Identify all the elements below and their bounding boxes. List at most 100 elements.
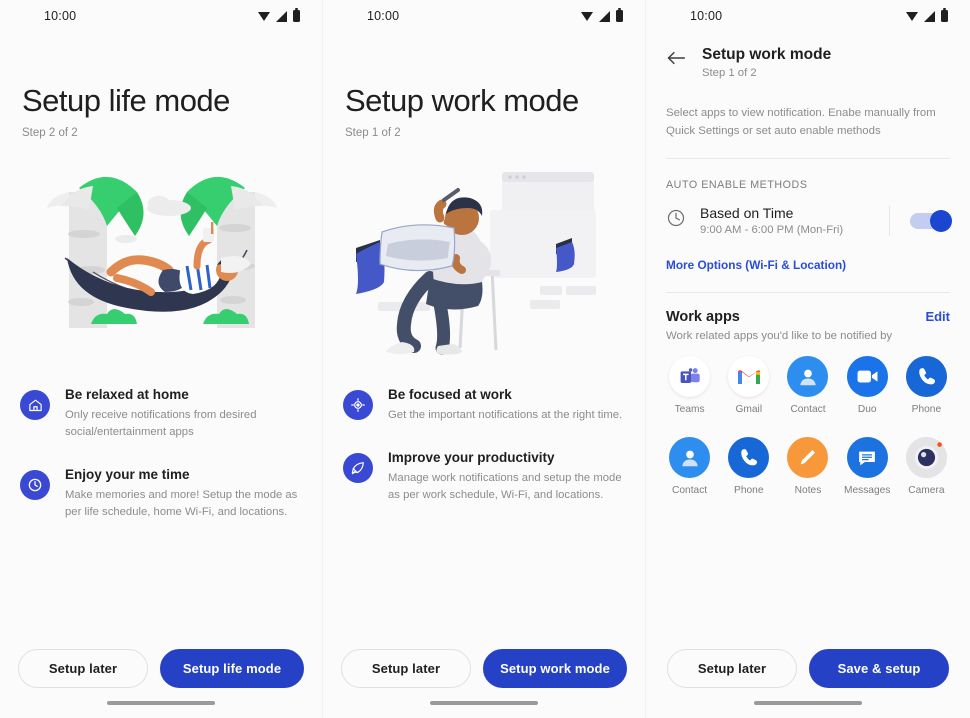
signal-icon — [924, 10, 935, 22]
page-title: Setup work mode — [702, 46, 832, 63]
feature-be-focused-at-work: Be focused at work Get the important not… — [343, 387, 625, 424]
work-apps-grid-row-1: Teams Gmail Contact Duo Phone — [646, 342, 970, 415]
clock-icon — [666, 208, 686, 233]
home-indicator[interactable] — [0, 688, 322, 718]
feature-be-relaxed-at-home: Be relaxed at home Only receive notifica… — [20, 387, 302, 441]
target-icon — [343, 390, 373, 421]
feature-description: Manage work notifications and setup the … — [388, 471, 622, 501]
back-arrow-icon[interactable] — [666, 50, 686, 71]
battery-icon — [941, 7, 948, 22]
more-options-link[interactable]: More Options (Wi-Fi & Location) — [646, 236, 970, 272]
step-indicator: Step 1 of 2 — [702, 67, 757, 79]
work-feature-list: Be focused at work Get the important not… — [323, 387, 645, 530]
home-indicator[interactable] — [323, 688, 645, 718]
divider-vertical — [889, 205, 890, 236]
setup-work-mode-button[interactable]: Setup work mode — [483, 649, 627, 688]
duo-icon — [846, 356, 888, 398]
three-phone-screens: 10:00 Setup life mode Step 2 of 2 Be rel… — [0, 0, 970, 718]
rocket-icon — [343, 452, 373, 483]
home-indicator[interactable] — [646, 688, 970, 718]
setup-life-mode-button[interactable]: Setup life mode — [160, 649, 304, 688]
app-label: Contact — [672, 485, 708, 497]
app-label: Contact — [790, 404, 826, 416]
rule-title: Based on Time — [700, 205, 794, 222]
app-messages[interactable]: Messages — [838, 437, 897, 496]
settings-header: Setup work mode Step 1 of 2 — [646, 32, 970, 79]
wifi-icon — [906, 11, 918, 21]
app-gmail[interactable]: Gmail — [719, 356, 778, 415]
feature-title: Enjoy your me time — [65, 466, 190, 482]
feature-improve-your-productivity: Improve your productivity Manage work no… — [343, 450, 625, 504]
wifi-icon — [258, 11, 270, 21]
app-label: Phone — [734, 485, 764, 497]
app-label: Notes — [794, 485, 822, 497]
page-title: Setup work mode — [345, 83, 579, 118]
contact-icon — [669, 437, 711, 479]
feature-title: Be relaxed at home — [65, 387, 189, 403]
notes-icon — [787, 437, 829, 479]
feature-description: Make memories and more! Setup the mode a… — [65, 488, 298, 518]
status-system-icons — [258, 7, 300, 22]
step-indicator: Step 2 of 2 — [22, 127, 78, 140]
step-indicator: Step 1 of 2 — [345, 127, 401, 140]
setup-later-button[interactable]: Setup later — [667, 649, 797, 688]
status-system-icons — [581, 7, 623, 22]
save-and-setup-button[interactable]: Save & setup — [809, 649, 949, 688]
feature-title: Improve your productivity — [388, 449, 555, 465]
work-apps-grid-row-2: Contact Phone Notes Messages Camera — [646, 415, 970, 496]
feature-title: Be focused at work — [388, 387, 512, 403]
setup-later-button[interactable]: Setup later — [341, 649, 471, 688]
app-teams[interactable]: Teams — [660, 356, 719, 415]
hammock-relax-illustration — [0, 161, 322, 361]
rule-schedule: 9:00 AM - 6:00 PM (Mon-Fri) — [700, 224, 844, 237]
settings-action-buttons: Setup later Save & setup — [646, 649, 970, 688]
person-working-on-stool-illustration — [323, 161, 645, 361]
based-on-time-toggle[interactable] — [910, 209, 952, 232]
feature-enjoy-your-me-time: Enjoy your me time Make memories and mor… — [20, 467, 302, 521]
life-action-buttons: Setup later Setup life mode — [0, 649, 322, 688]
edit-work-apps-button[interactable]: Edit — [925, 309, 950, 324]
life-hero: Setup life mode Step 2 of 2 — [0, 32, 322, 139]
battery-icon — [293, 7, 300, 22]
page-title: Setup life mode — [22, 83, 230, 118]
app-phone[interactable]: Phone — [719, 437, 778, 496]
app-phone[interactable]: Phone — [897, 356, 956, 415]
status-system-icons — [906, 7, 948, 22]
work-apps-subtitle: Work related apps you'd like to be notif… — [666, 330, 893, 343]
phone-icon — [905, 356, 947, 398]
app-notes[interactable]: Notes — [778, 437, 837, 496]
setup-later-button[interactable]: Setup later — [18, 649, 148, 688]
app-contact[interactable]: Contact — [660, 437, 719, 496]
camera-icon — [905, 437, 947, 479]
status-clock: 10:00 — [690, 9, 723, 23]
signal-icon — [276, 10, 287, 22]
auto-enable-based-on-time-row[interactable]: Based on Time 9:00 AM - 6:00 PM (Mon-Fri… — [646, 191, 970, 236]
panel-work-mode-settings: 10:00 Setup work mode Step 1 of 2 Select… — [646, 0, 970, 718]
status-clock: 10:00 — [367, 9, 400, 23]
signal-icon — [599, 10, 610, 22]
settings-description: Select apps to view notification. Enabe … — [666, 107, 936, 137]
panel-setup-life-mode: 10:00 Setup life mode Step 2 of 2 Be rel… — [0, 0, 323, 718]
gmail-icon — [728, 356, 770, 398]
life-feature-list: Be relaxed at home Only receive notifica… — [0, 387, 322, 547]
status-clock: 10:00 — [44, 9, 77, 23]
app-label: Duo — [857, 404, 877, 416]
app-label: Teams — [674, 404, 705, 416]
work-apps-header: Work apps Edit — [646, 293, 970, 325]
battery-icon — [616, 7, 623, 22]
app-camera[interactable]: Camera — [897, 437, 956, 496]
app-contact[interactable]: Contact — [778, 356, 837, 415]
panel-setup-work-mode: 10:00 Setup work mode Step 1 of 2 Be foc… — [323, 0, 646, 718]
messages-icon — [846, 437, 888, 479]
work-hero: Setup work mode Step 1 of 2 — [323, 32, 645, 139]
app-duo[interactable]: Duo — [838, 356, 897, 415]
status-bar: 10:00 — [323, 0, 645, 32]
app-label: Phone — [911, 404, 942, 416]
clock-icon — [20, 469, 50, 500]
status-bar: 10:00 — [646, 0, 970, 32]
app-label: Camera — [908, 485, 945, 497]
contact-icon — [787, 356, 829, 398]
